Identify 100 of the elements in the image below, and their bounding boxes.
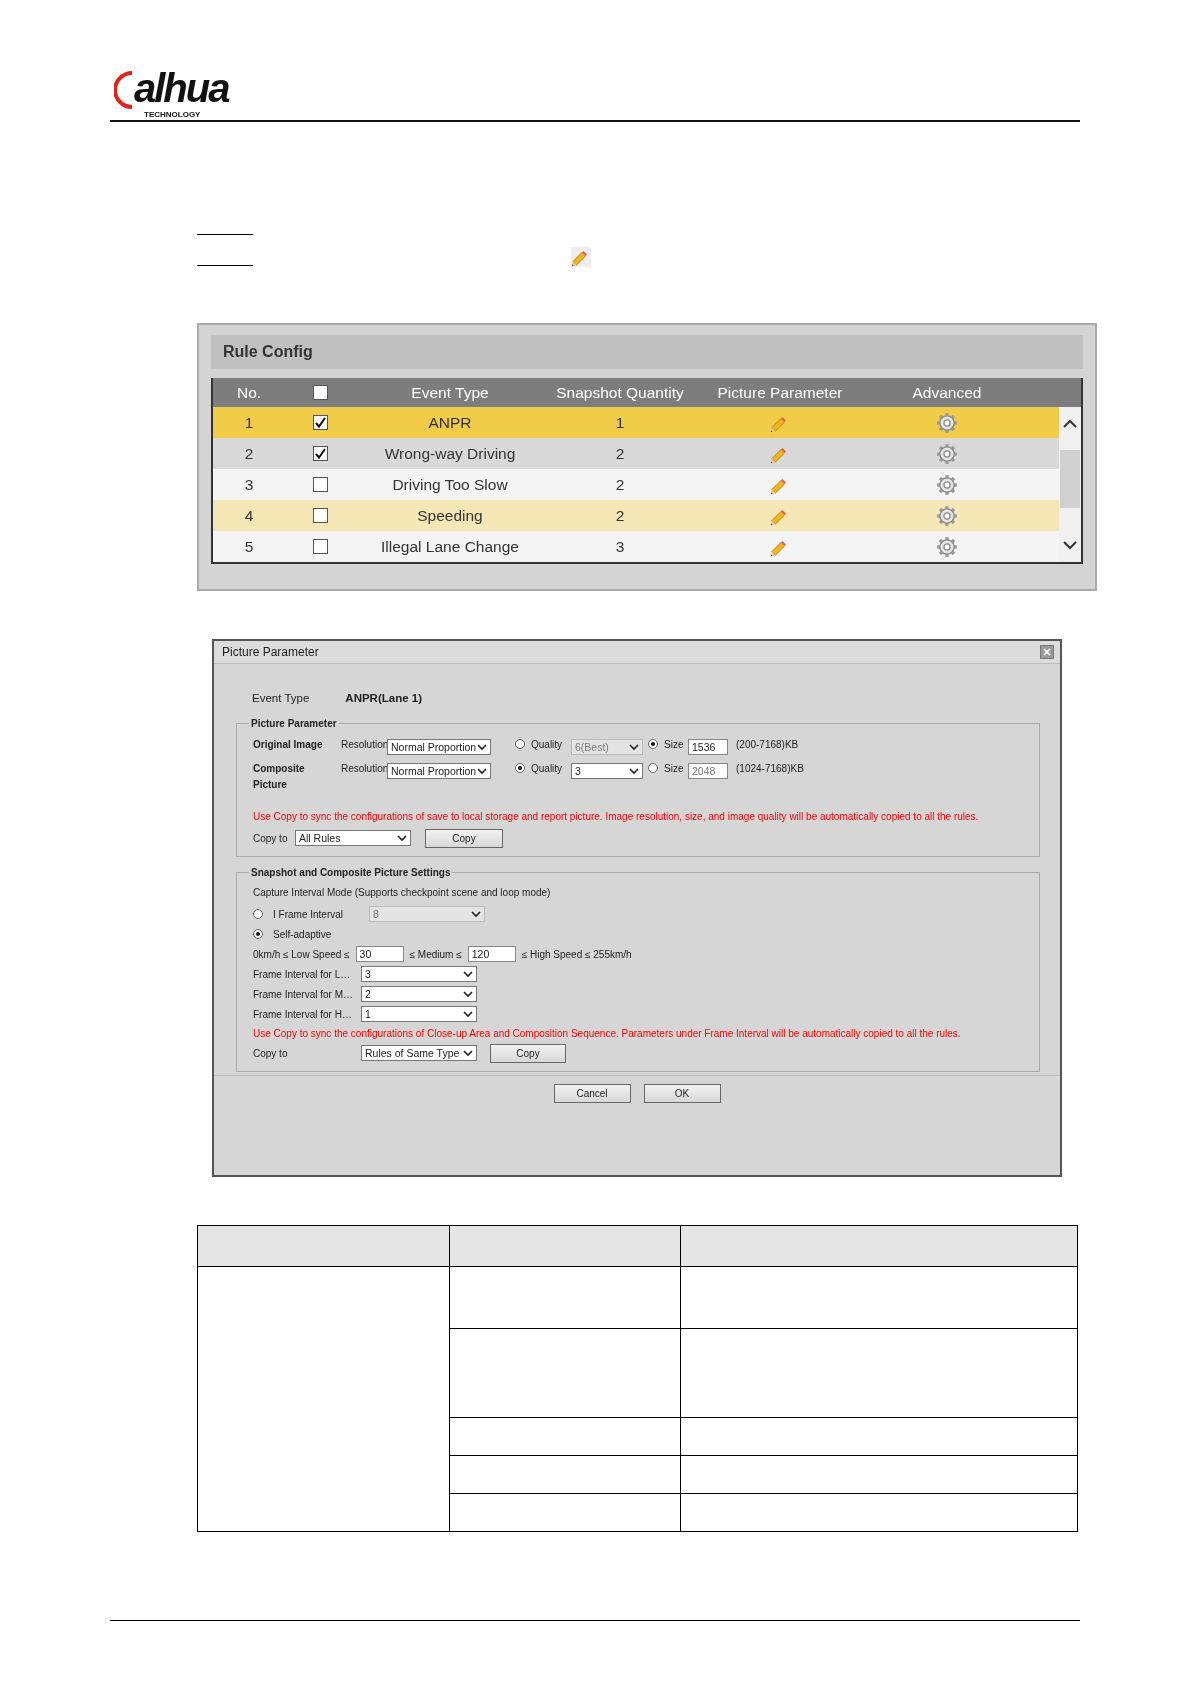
caret-icon	[629, 767, 639, 775]
field-label: Quality	[531, 739, 564, 750]
dropdown[interactable]: 6(Best)	[571, 739, 643, 755]
company-logo: alhua TECHNOLOGY	[110, 66, 237, 120]
table-cell: 2	[244, 444, 254, 463]
group-title: Picture Parameter	[250, 718, 338, 729]
checkbox[interactable]	[312, 446, 328, 461]
dropdown[interactable]: All Rules	[295, 830, 411, 846]
column-header: Event Type	[411, 383, 489, 402]
field-label: Frame Interval for H…	[253, 1008, 353, 1020]
dialog-button[interactable]: OK	[643, 1084, 721, 1103]
field-label: Frame Interval for L…	[253, 968, 352, 980]
field-label: Resolution	[341, 763, 385, 774]
caret-icon	[463, 990, 473, 998]
table-cell: 4	[244, 506, 254, 525]
gear-icon[interactable]	[936, 535, 958, 558]
dropdown[interactable]: 1	[361, 1006, 477, 1022]
panel-title: Rule Config	[211, 335, 1083, 369]
caret-icon	[463, 1049, 473, 1057]
field-label: Event Type	[252, 692, 310, 704]
checkbox[interactable]	[312, 415, 328, 430]
swoosh-icon	[114, 70, 134, 110]
column-header: Snapshot Quantity	[556, 383, 684, 402]
caret-icon	[463, 970, 473, 978]
table-cell: ANPR	[428, 413, 472, 432]
range-hint: (200-7168)KB	[735, 739, 800, 750]
scrollbar[interactable]	[1059, 407, 1081, 562]
dropdown[interactable]: Normal Proportion	[387, 763, 491, 779]
field-label: Size	[664, 739, 685, 750]
radio-button[interactable]	[515, 739, 525, 749]
gear-icon[interactable]	[936, 504, 958, 527]
caret-icon	[463, 1010, 473, 1018]
group-title: Snapshot and Composite Picture Settings	[250, 867, 452, 878]
dialog-button[interactable]: Cancel	[553, 1084, 631, 1103]
radio-button[interactable]	[648, 739, 658, 749]
table-cell: 1	[615, 413, 625, 432]
copy-button[interactable]: Copy	[425, 828, 503, 848]
input-field[interactable]: 120	[467, 946, 516, 962]
table-cell: Speeding	[417, 506, 483, 525]
dropdown[interactable]: Normal Proportion	[387, 739, 491, 755]
input-field[interactable]: 2048	[688, 763, 728, 779]
dropdown[interactable]: 2	[361, 986, 477, 1002]
input-field[interactable]: 1536	[688, 739, 728, 755]
field-label: Resolution	[341, 739, 385, 750]
field-value: ANPR(Lane 1)	[345, 692, 422, 704]
radio-button[interactable]	[515, 763, 525, 773]
checkbox[interactable]	[312, 539, 328, 554]
table-cell: 1	[244, 413, 254, 432]
dropdown[interactable]: 3	[571, 763, 643, 779]
column-header: Picture Parameter	[717, 383, 843, 402]
table-row[interactable]: 1 ANPR 1	[213, 407, 1059, 438]
field-label: Quality	[531, 763, 564, 774]
table-row[interactable]: 4 Speeding 2	[213, 500, 1059, 531]
range-hint: (1024-7168)KB	[735, 763, 805, 774]
close-button[interactable]	[1040, 645, 1054, 659]
table-cell: 3	[615, 537, 625, 556]
column-header: No.	[236, 383, 262, 402]
copy-button[interactable]: Copy	[490, 1043, 566, 1063]
row-label: Composite Picture	[253, 762, 306, 792]
field-label: 0km/h ≤ Low Speed ≤	[253, 948, 350, 960]
radio-label: Self-adaptive	[273, 928, 333, 940]
checkbox[interactable]	[312, 385, 328, 400]
field-label: ≤ Medium ≤	[409, 948, 462, 960]
radio-button[interactable]	[648, 763, 658, 773]
table-row[interactable]: 3 Driving Too Slow 2	[213, 469, 1059, 500]
table-cell: 3	[244, 475, 254, 494]
dropdown[interactable]: 3	[361, 966, 477, 982]
dropdown[interactable]: Rules of Same Type	[361, 1045, 477, 1061]
field-label: Capture Interval Mode (Supports checkpoint scene and loop mode)	[253, 886, 552, 900]
table-row[interactable]: 2 Wrong-way Driving 2	[213, 438, 1059, 469]
gear-icon[interactable]	[936, 473, 958, 496]
checkbox[interactable]	[312, 508, 328, 523]
table-cell: 5	[244, 537, 254, 556]
dropdown[interactable]: 8	[369, 906, 485, 922]
field-label: Frame Interval for M…	[253, 988, 355, 1000]
table-cell: 2	[615, 506, 625, 525]
table-cell: 2	[615, 475, 625, 494]
warning-note: Use Copy to sync the configurations of save to local storage and report picture. Image resolution, size, and image quality will be automatically copied to all the rules.	[253, 811, 980, 822]
field-label: Size	[664, 763, 685, 774]
table-row[interactable]: 5 Illegal Lane Change 3	[213, 531, 1059, 562]
caret-icon	[471, 910, 481, 918]
field-label: Copy to	[253, 1047, 289, 1059]
caret-icon	[397, 834, 407, 842]
radio-button[interactable]	[253, 929, 263, 939]
gear-icon[interactable]	[936, 411, 958, 434]
caret-icon	[477, 767, 487, 775]
chevron-down-icon[interactable]	[1062, 540, 1078, 550]
caret-icon	[477, 743, 487, 751]
chevron-up-icon[interactable]	[1062, 419, 1078, 429]
table-cell: Driving Too Slow	[392, 475, 508, 494]
radio-label: I Frame Interval	[273, 908, 345, 920]
row-label: Original Image	[253, 738, 324, 752]
input-field[interactable]: 30	[355, 946, 404, 962]
field-label: ≤ High Speed ≤ 255km/h	[521, 948, 632, 960]
checkbox[interactable]	[312, 477, 328, 492]
radio-button[interactable]	[253, 909, 263, 919]
table-cell: Wrong-way Driving	[384, 444, 516, 463]
gear-icon[interactable]	[936, 442, 958, 465]
dialog-title: Picture Parameter	[222, 645, 319, 659]
column-header: Advanced	[912, 383, 982, 402]
